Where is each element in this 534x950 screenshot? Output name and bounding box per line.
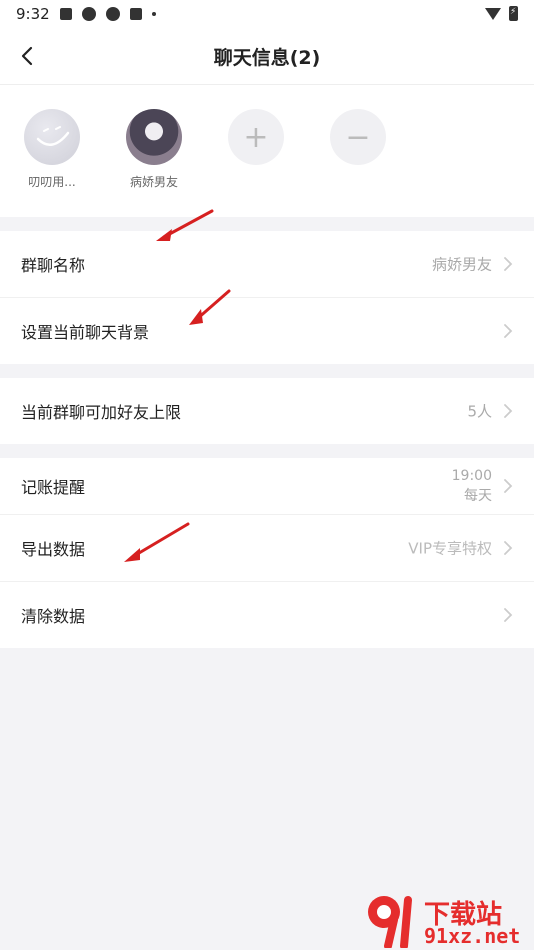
chevron-right-icon (504, 608, 513, 622)
row-label: 群聊名称 (21, 256, 86, 275)
member-item[interactable]: 叨叨用... (12, 109, 92, 190)
member-name: 病娇男友 (129, 175, 178, 189)
row-value: VIP专享特权 (408, 539, 492, 558)
member-item[interactable]: 病娇男友 (114, 109, 194, 190)
notification-aperture-icon (82, 7, 96, 21)
minus-icon: − (345, 119, 371, 155)
wifi-icon (485, 7, 501, 20)
nav-bar: 聊天信息(2) (0, 28, 534, 85)
battery-charging-icon (509, 6, 518, 21)
row-clear-data[interactable]: 清除数据 (0, 582, 534, 648)
row-value: 5人 (467, 402, 492, 421)
row-bookkeeping-reminder[interactable]: 记账提醒 19:00 每天 (0, 458, 534, 515)
status-time: 9:32 (16, 5, 50, 23)
notification-square-icon (60, 8, 72, 20)
reminder-time: 19:00 (451, 468, 492, 484)
watermark: 下载站 91xz.net (364, 890, 534, 950)
row-value: 病娇男友 (431, 255, 492, 274)
member-name: 叨叨用... (28, 175, 76, 189)
settings-group-3: 记账提醒 19:00 每天 导出数据 VIP专享特权 清除数据 (0, 458, 534, 648)
member-list: 叨叨用... 病娇男友 + − (0, 85, 534, 217)
page-title: 聊天信息(2) (213, 47, 321, 69)
chevron-right-icon (504, 257, 513, 271)
row-friend-limit[interactable]: 当前群聊可加好友上限 5人 (0, 378, 534, 444)
notification-icons (60, 7, 156, 21)
more-notifications-icon (152, 12, 156, 16)
smiley-avatar-icon (36, 126, 70, 146)
notification-aperture-icon (106, 7, 120, 21)
row-label: 设置当前聊天背景 (21, 323, 150, 342)
add-member-button[interactable]: + (228, 109, 284, 165)
row-label: 导出数据 (21, 540, 86, 559)
chevron-right-icon (504, 541, 513, 555)
chevron-right-icon (504, 479, 513, 493)
row-label: 当前群聊可加好友上限 (21, 403, 182, 422)
chevron-right-icon (504, 404, 513, 418)
notification-square-icon (130, 8, 142, 20)
add-member-item[interactable]: + (216, 109, 296, 165)
chevron-right-icon (504, 324, 513, 338)
status-bar: 9:32 (0, 0, 534, 28)
remove-member-button[interactable]: − (330, 109, 386, 165)
row-export-data[interactable]: 导出数据 VIP专享特权 (0, 515, 534, 582)
avatar[interactable] (24, 109, 80, 165)
remove-member-item[interactable]: − (318, 109, 398, 165)
row-chat-background[interactable]: 设置当前聊天背景 (0, 298, 534, 364)
row-label: 记账提醒 (21, 478, 86, 497)
watermark-url: 91xz.net (424, 924, 521, 948)
row-label: 清除数据 (21, 607, 86, 626)
plus-icon: + (243, 119, 269, 155)
reminder-frequency: 每天 (464, 488, 492, 504)
settings-group-2: 当前群聊可加好友上限 5人 (0, 378, 534, 444)
avatar[interactable] (126, 109, 182, 165)
settings-group-1: 群聊名称 病娇男友 设置当前聊天背景 (0, 231, 534, 364)
row-group-name[interactable]: 群聊名称 病娇男友 (0, 231, 534, 298)
watermark-logo-icon (368, 896, 412, 948)
row-value: 19:00 每天 (452, 466, 492, 506)
